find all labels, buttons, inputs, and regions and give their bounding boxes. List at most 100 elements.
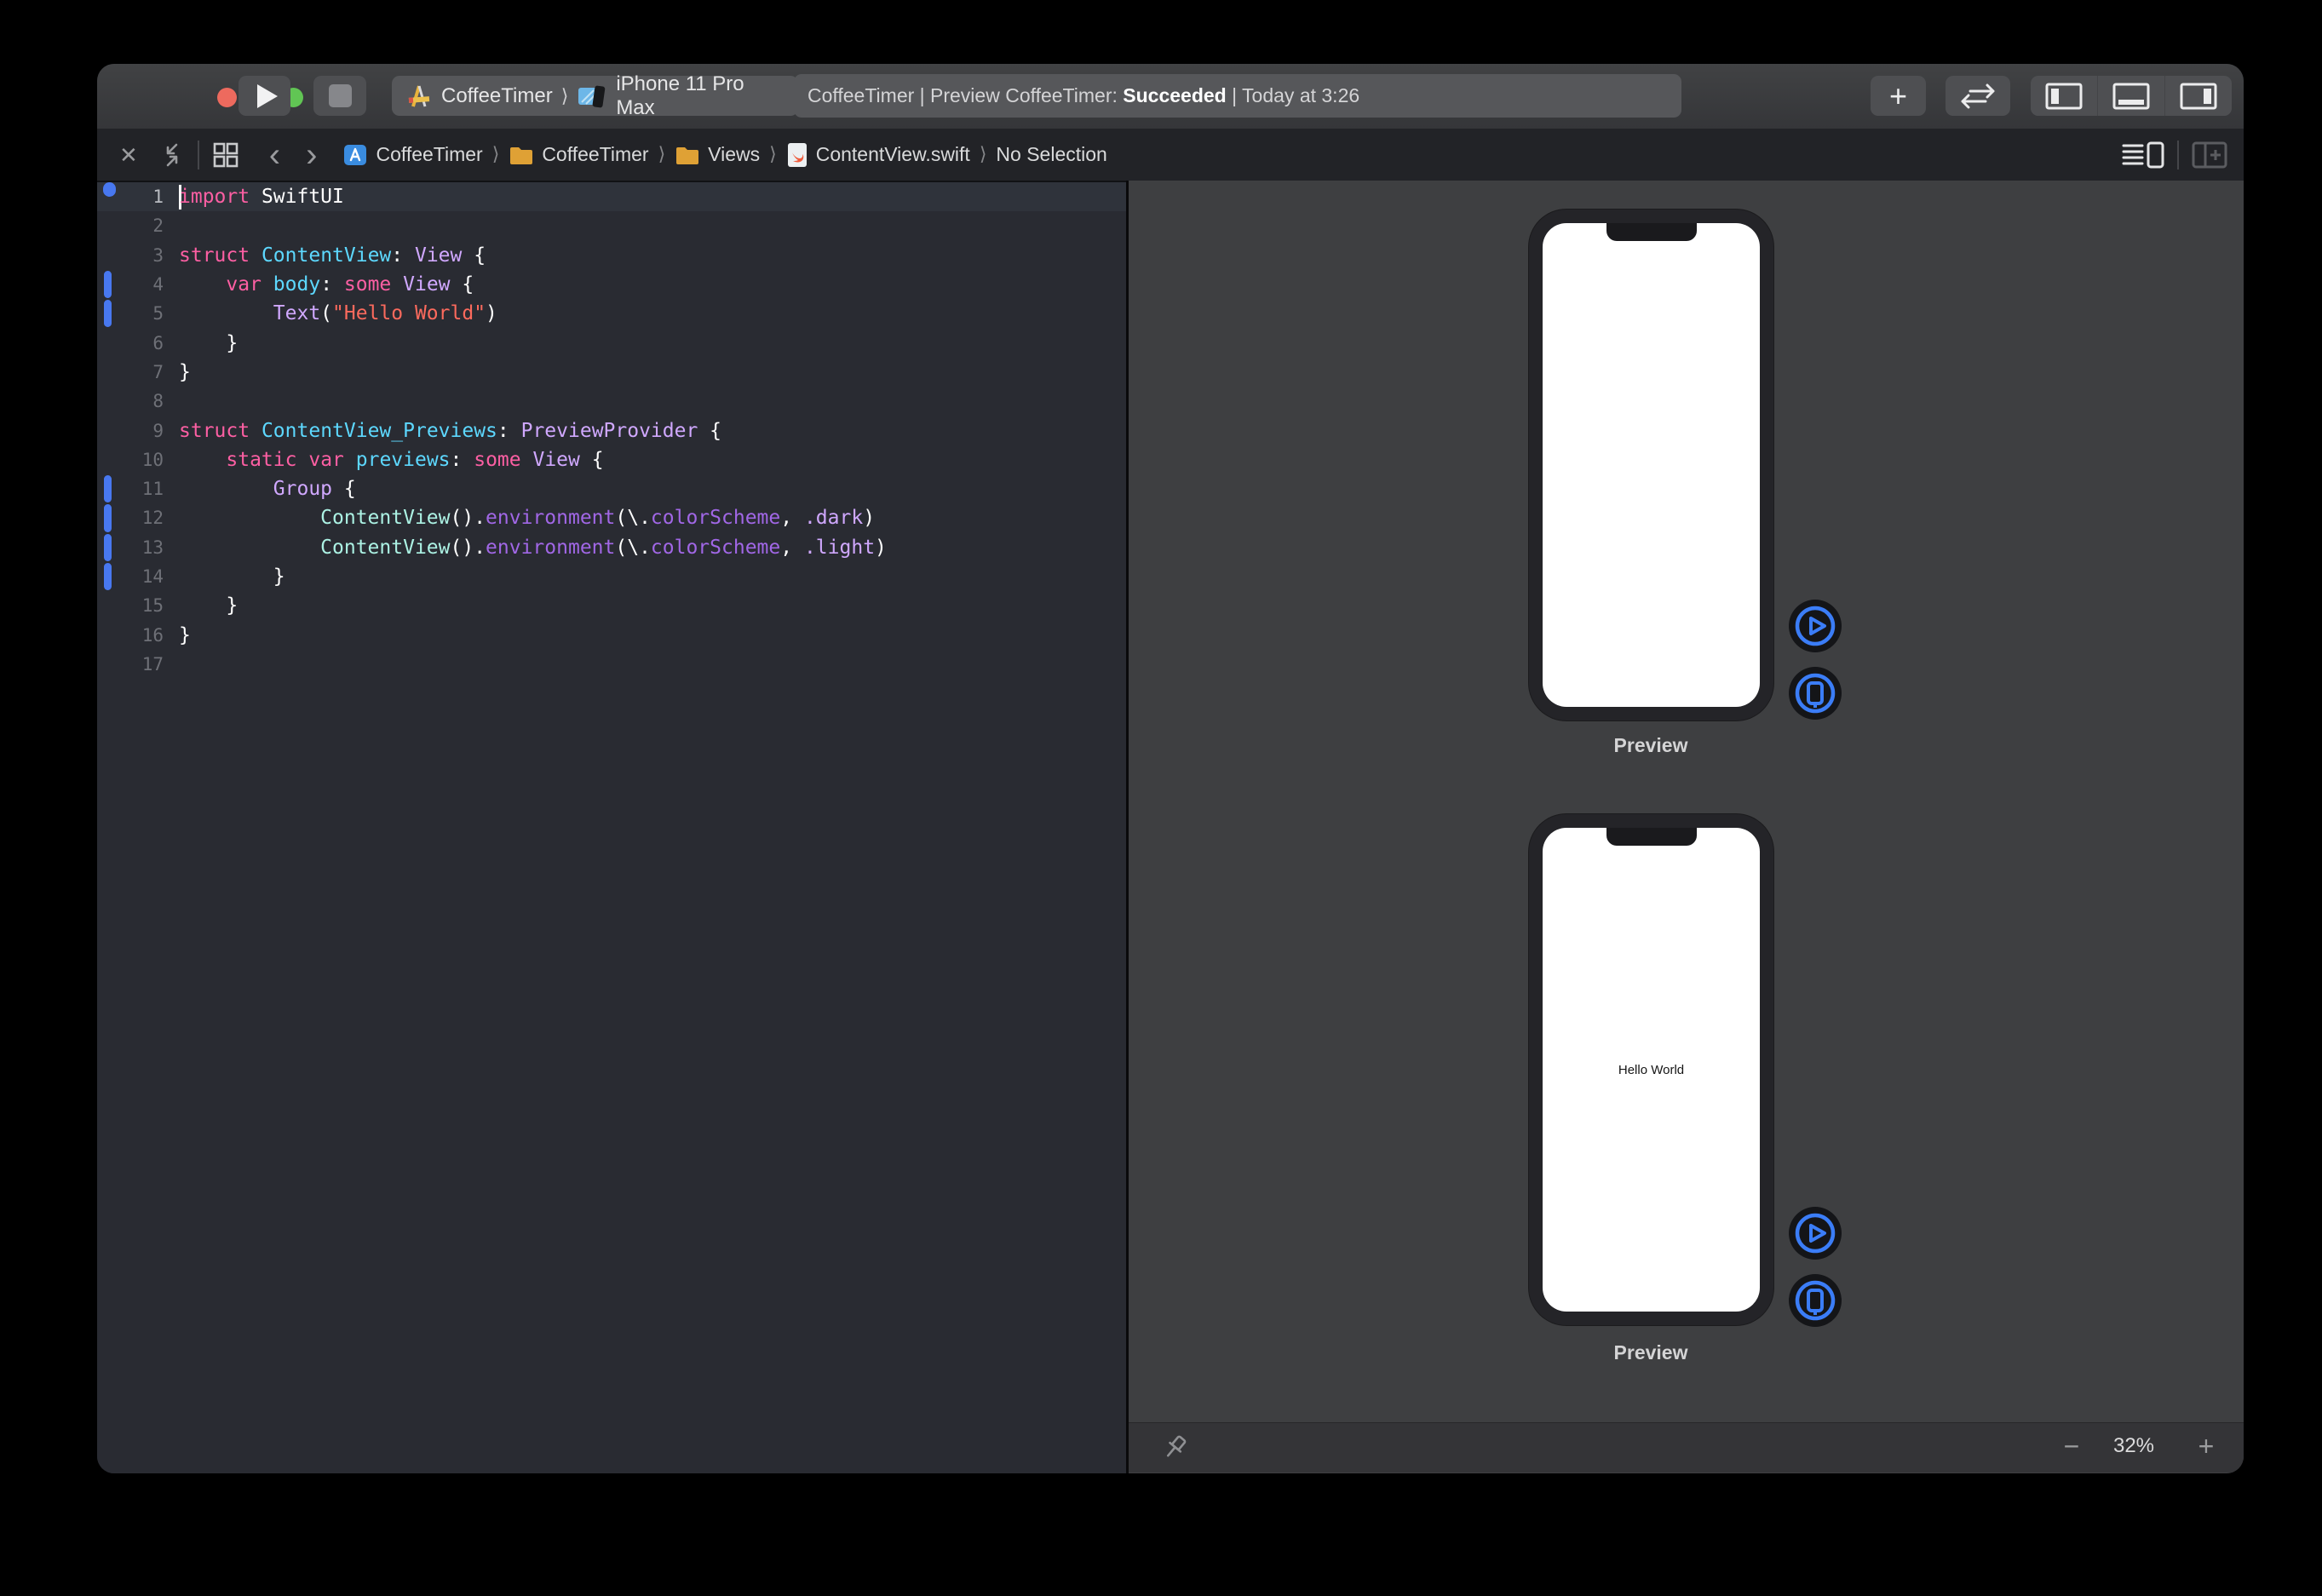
breadcrumb-separator: ⟩ [658,144,666,165]
preview-device-1[interactable] [1529,210,1773,720]
play-circle-icon [1789,600,1842,652]
notch [1606,223,1697,241]
preview-canvas: Preview Hello World [1129,181,2244,1473]
folder-icon [675,144,700,166]
close-window-button[interactable] [217,88,237,107]
code-token: (). [451,537,486,559]
scheme-project-label: CoffeeTimer [441,84,553,108]
close-editor-button[interactable]: ✕ [119,144,138,166]
preview-screen-2: Hello World [1543,828,1760,1312]
breadcrumb-separator: ⟩ [492,144,500,165]
code-text[interactable]: } [179,624,191,646]
breadcrumb-item[interactable]: CoffeeTimer [509,143,648,166]
line-number[interactable]: 3 [97,245,164,266]
breadcrumb-item[interactable]: ContentView.swift [786,142,970,168]
breadcrumb-separator: ⟩ [980,144,987,165]
code-token [179,302,273,324]
stop-button[interactable] [313,76,366,116]
toggle-navigator-button[interactable] [2031,76,2097,116]
code-text[interactable]: } [179,361,191,383]
code-text[interactable]: } [179,332,238,354]
code-token: , [780,507,804,529]
line-number[interactable]: 6 [97,333,164,353]
zoom-out-button[interactable]: − [2064,1432,2080,1460]
code-text[interactable]: struct ContentView: View { [179,244,486,267]
line-number[interactable]: 16 [97,625,164,646]
line-number[interactable]: 15 [97,595,164,616]
code-text[interactable]: static var previews: some View { [179,449,604,471]
code-text[interactable]: Group { [179,478,356,500]
activity-status-bar[interactable]: CoffeeTimer | Preview CoffeeTimer: Succe… [794,74,1681,118]
code-token: ) [875,537,887,559]
breadcrumb-item[interactable]: No Selection [996,143,1106,166]
code-token [296,449,308,471]
code-text[interactable]: } [179,565,285,588]
left-panel-icon [2044,82,2083,111]
code-token [179,507,320,529]
code-token: View [415,244,462,267]
code-token: (). [451,507,486,529]
related-items-button[interactable] [211,141,240,169]
breadcrumb-separator: ⟩ [769,144,777,165]
code-text[interactable]: ContentView().environment(\.colorScheme,… [179,507,875,529]
breadcrumb: CoffeeTimer ⟩ CoffeeTimer ⟩ Views ⟩ ContentVie… [342,142,1106,168]
jumpbar-right-divider [2177,141,2179,169]
code-token [391,273,403,296]
live-preview-button-2[interactable] [1789,1207,1842,1260]
code-line: 8 [97,387,1126,416]
code-line: 10 static var previews: some View { [97,445,1126,474]
preview-device-2[interactable]: Hello World [1529,814,1773,1325]
library-add-button[interactable]: + [1871,76,1926,116]
code-token: previews [356,449,451,471]
app-target-icon [405,83,433,110]
line-number[interactable]: 7 [97,362,164,382]
editor-swap-button[interactable] [1946,76,2010,116]
contract-editor-button[interactable] [158,141,186,169]
breadcrumb-item[interactable]: CoffeeTimer [342,142,482,168]
code-text[interactable]: ContentView().environment(\.colorScheme,… [179,537,887,559]
source-control-change-bar [104,300,112,327]
desktop: CoffeeTimer ⟩ iPhone 11 Pro Max CoffeeTi… [0,0,2322,1596]
toolbar: CoffeeTimer ⟩ iPhone 11 Pro Max CoffeeTi… [97,64,2244,129]
code-token: { [462,244,486,267]
line-number[interactable]: 10 [97,450,164,470]
toggle-debug-area-button[interactable] [2098,76,2164,116]
app-icon [342,142,368,168]
code-token: struct [179,420,250,442]
code-token: (\. [615,537,651,559]
code-text[interactable]: } [179,594,238,617]
preview-on-device-button-2[interactable] [1789,1274,1842,1327]
pin-preview-button[interactable] [1159,1432,1190,1463]
line-number[interactable]: 8 [97,391,164,411]
scheme-selector[interactable]: CoffeeTimer ⟩ iPhone 11 Pro Max [392,76,798,116]
folder-icon [509,144,534,166]
zoom-in-button[interactable]: + [2198,1432,2215,1460]
preview-on-device-button-1[interactable] [1789,667,1842,720]
code-token [250,244,262,267]
toggle-inspector-button[interactable] [2165,76,2232,116]
code-token: SwiftUI [250,186,344,208]
code-token [179,273,226,296]
code-line: 4 var body: some View { [97,270,1126,299]
line-number[interactable]: 9 [97,421,164,441]
run-button[interactable] [239,76,290,116]
editor-options-button[interactable] [2121,140,2165,170]
forward-button[interactable]: › [306,138,317,172]
code-token: environment [486,537,615,559]
back-button[interactable]: ‹ [269,138,280,172]
source-control-change-bar [104,271,112,298]
code-token: : [320,273,344,296]
code-text[interactable]: Text("Hello World") [179,302,497,324]
zoom-level[interactable]: 32% [2113,1434,2154,1458]
add-editor-button[interactable] [2191,141,2228,169]
live-preview-button-1[interactable] [1789,600,1842,652]
breadcrumb-item[interactable]: Views [675,143,760,166]
code-text[interactable]: var body: some View { [179,273,474,296]
code-editor[interactable]: 1import SwiftUI23struct ContentView: Vie… [97,182,1126,1473]
code-line: 12 ContentView().environment(\.colorSche… [97,503,1126,532]
code-text[interactable]: import SwiftUI [179,185,344,210]
line-number[interactable]: 2 [97,215,164,236]
code-token: : [451,449,474,471]
line-number[interactable]: 17 [97,654,164,675]
code-text[interactable]: struct ContentView_Previews: PreviewProv… [179,420,721,442]
